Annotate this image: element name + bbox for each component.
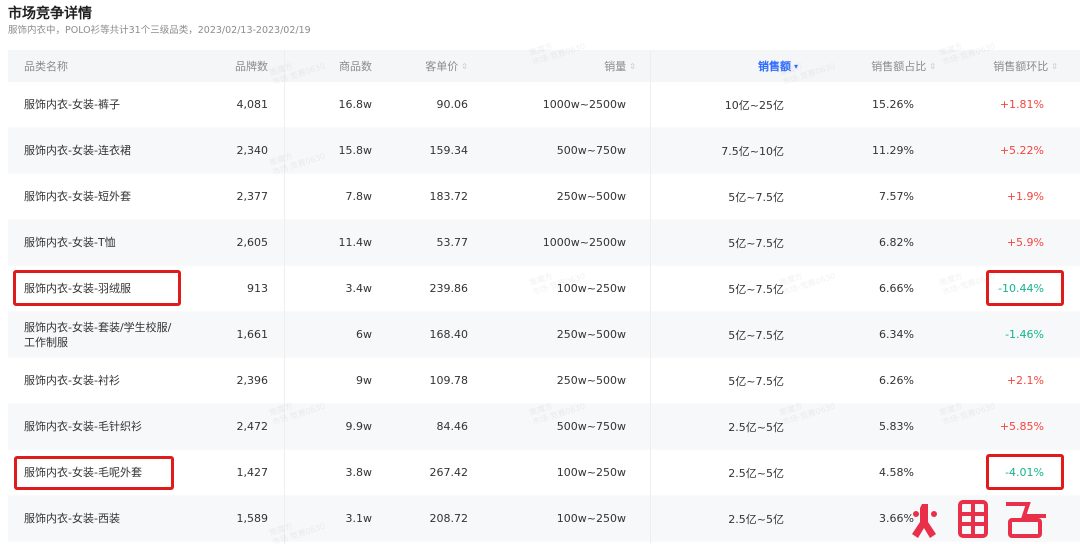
- category-name: 服饰内衣-女装-毛针织衫: [24, 420, 142, 433]
- sales-amount: 2.5亿~5亿: [728, 466, 784, 480]
- sales-share: 5.83%: [879, 420, 914, 433]
- sales-share: 6.66%: [879, 282, 914, 295]
- brand-count: 2,605: [236, 236, 269, 249]
- sales-share: 6.82%: [879, 236, 914, 249]
- sales-amount: 2.5亿~5亿: [728, 512, 784, 526]
- column-divider: [284, 50, 285, 544]
- brand-count: 2,472: [236, 420, 269, 433]
- sales-volume: 1000w~2500w: [542, 98, 626, 111]
- sales-amount: 5亿~7.5亿: [728, 190, 784, 204]
- unit-price: 84.46: [436, 420, 469, 433]
- brand-count: 2,377: [236, 190, 269, 203]
- goods-count: 6w: [356, 328, 372, 341]
- goods-count: 3.8w: [345, 466, 373, 479]
- sort-updown-icon[interactable]: ⇳: [629, 62, 636, 71]
- sales-volume: 250w~500w: [556, 190, 626, 203]
- sales-share: 15.26%: [872, 98, 914, 111]
- table-row[interactable]: 服饰内衣-女装-衬衫 2,396 9w 109.78 250w~500w 5亿~7.5亿 6…: [8, 358, 1080, 404]
- unit-price: 159.34: [429, 144, 469, 157]
- unit-price: 183.72: [429, 190, 469, 203]
- brand-count: 1,589: [236, 512, 269, 525]
- sort-updown-icon[interactable]: ⇳: [461, 62, 468, 71]
- brand-count: 913: [247, 282, 268, 295]
- table-row[interactable]: 服饰内衣-女装-T恤 2,605 11.4w 53.77 1000w~2500w 5亿~7…: [8, 220, 1080, 266]
- column-header-name: 品类名称: [24, 60, 68, 73]
- brand-count: 2,340: [236, 144, 269, 157]
- sort-updown-icon[interactable]: ⇳: [1051, 62, 1058, 71]
- sales-amount: 5亿~7.5亿: [728, 236, 784, 250]
- sales-share: 7.57%: [879, 190, 914, 203]
- sales-volume: 100w~250w: [556, 466, 626, 479]
- sales-volume: 500w~750w: [556, 144, 626, 157]
- category-name: 服饰内衣-女装-衬衫: [24, 374, 120, 387]
- table-row[interactable]: 服饰内衣-女装-连衣裙 2,340 15.8w 159.34 500w~750w 7.5亿…: [8, 128, 1080, 174]
- sort-updown-icon[interactable]: ⇳: [929, 62, 936, 71]
- unit-price: 208.72: [429, 512, 469, 525]
- sales-share: 6.26%: [879, 374, 914, 387]
- sales-share: 6.34%: [879, 328, 914, 341]
- column-header-brand-count: 品牌数: [235, 60, 268, 73]
- page-subtitle: 服饰内衣中，POLO衫等共计31个三级品类，2023/02/13-2023/02…: [8, 25, 311, 36]
- highlight-box-down-jacket: [13, 270, 181, 306]
- sales-volume: 1000w~2500w: [542, 236, 626, 249]
- goods-count: 16.8w: [338, 98, 373, 111]
- unit-price: 53.77: [436, 236, 469, 249]
- sales-change: +2.1%: [1006, 374, 1044, 387]
- brand-count: 1,661: [236, 328, 269, 341]
- brand-count: 4,081: [236, 98, 269, 111]
- goods-count: 3.4w: [345, 282, 373, 295]
- sales-volume: 100w~250w: [556, 512, 626, 525]
- highlight-box-wool-coat: [14, 456, 174, 490]
- sales-amount: 5亿~7.5亿: [728, 374, 784, 388]
- sales-volume: 250w~500w: [556, 328, 626, 341]
- sales-change: +5.9%: [1006, 236, 1044, 249]
- unit-price: 267.42: [429, 466, 469, 479]
- column-divider: [650, 50, 651, 544]
- sales-change: +1.9%: [1006, 190, 1044, 203]
- highlight-box-down-jacket-change: [986, 270, 1064, 306]
- sales-amount: 7.5亿~10亿: [721, 144, 784, 158]
- brand-logo: [912, 500, 1046, 538]
- sales-change: +5.22%: [999, 144, 1044, 157]
- brand-count: 1,427: [236, 466, 269, 479]
- table-row[interactable]: 服饰内衣-女装-套装/学生校服/工作制服 1,661 6w 168.40 250w~50…: [8, 312, 1080, 358]
- column-header-sales[interactable]: 销售额 ▾: [668, 50, 798, 82]
- sales-change: -1.46%: [1005, 328, 1044, 341]
- unit-price: 239.86: [429, 282, 469, 295]
- category-name: 服饰内衣-女装-T恤: [24, 236, 116, 249]
- sales-change: +1.81%: [999, 98, 1044, 111]
- sales-amount: 10亿~25亿: [724, 98, 784, 112]
- highlight-box-wool-coat-change: [986, 454, 1064, 490]
- column-header-unit-price[interactable]: 客单价 ⇳: [388, 50, 468, 82]
- category-name: 服饰内衣-女装-连衣裙: [24, 144, 131, 157]
- sales-amount: 5亿~7.5亿: [728, 282, 784, 296]
- category-name: 服饰内衣-女装-套装/学生校服/工作制服: [24, 320, 172, 349]
- unit-price: 109.78: [429, 374, 469, 387]
- sales-share: 11.29%: [872, 144, 914, 157]
- unit-price: 90.06: [436, 98, 469, 111]
- category-name: 服饰内衣-女装-裤子: [24, 98, 120, 111]
- sales-share: 4.58%: [879, 466, 914, 479]
- table-row[interactable]: 服饰内衣-女装-短外套 2,377 7.8w 183.72 250w~500w 5亿~7.…: [8, 174, 1080, 220]
- goods-count: 11.4w: [338, 236, 373, 249]
- category-name: 服饰内衣-女装-西装: [24, 512, 120, 525]
- column-header-share[interactable]: 销售额占比 ⇳: [828, 50, 936, 82]
- brand-count: 2,396: [236, 374, 269, 387]
- page-title: 市场竞争详情: [8, 6, 92, 22]
- goods-count: 7.8w: [345, 190, 373, 203]
- unit-price: 168.40: [429, 328, 469, 341]
- category-name: 服饰内衣-女装-短外套: [24, 190, 131, 203]
- table-row[interactable]: 服饰内衣-女装-裤子 4,081 16.8w 90.06 1000w~2500w 10亿~…: [8, 82, 1080, 128]
- sales-amount: 5亿~7.5亿: [728, 328, 784, 342]
